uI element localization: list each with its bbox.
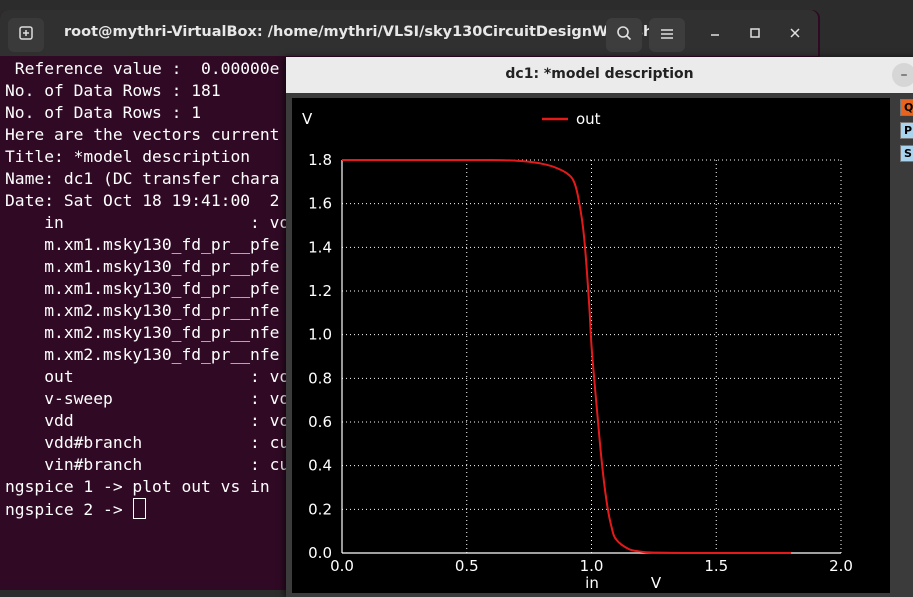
y-tick-label: 0.2 [308,500,332,518]
minimize-icon [709,27,721,43]
new-tab-icon [18,25,34,45]
terminal-line: vdd : vo [5,411,290,430]
side-button-label: P [904,124,913,137]
hamburger-menu-icon [660,26,674,44]
x-tick-label: 0.0 [330,557,354,575]
terminal-line: m.xm1.msky130_fd_pr__pfe [5,257,280,276]
terminal-prompt: ngspice 2 -> [5,500,133,519]
terminal-line: in : vo [5,213,290,232]
plot-window: dc1: *model description – 0.0 0.2 0.4 0.6 0.… [286,57,913,597]
x-axis-label: in [585,574,599,592]
side-button-s[interactable]: S [900,145,913,162]
side-button-label: Q [904,101,913,114]
plot-minimize-button[interactable]: – [892,63,913,87]
y-tick-label: 0.0 [308,544,332,562]
terminal-line: m.xm2.msky130_fd_pr__nfe [5,345,280,364]
search-button[interactable] [606,18,642,52]
terminal-line: Reference value : 0.00000e [5,59,280,78]
x-tick-label: 1.0 [580,557,604,575]
terminal-line: m.xm1.msky130_fd_pr__pfe [5,235,280,254]
line-chart: 0.0 0.2 0.4 0.6 0.8 1.0 1.2 1.4 1.6 1.8 0.0 0.5 1.0 1… [302,110,853,592]
side-button-label: S [904,147,912,160]
terminal-titlebar: root@mythri-VirtualBox: /home/mythri/VLS… [0,10,818,56]
y-tick-label: 0.8 [308,369,332,387]
terminal-line: Name: dc1 (DC transfer chara [5,169,280,188]
plot-body: 0.0 0.2 0.4 0.6 0.8 1.0 1.2 1.4 1.6 1.8 0.0 0.5 1.0 1… [286,93,913,597]
x-tick-label: 2.0 [829,557,853,575]
y-tick-label: 0.6 [308,413,332,431]
y-tick-label: 1.8 [308,151,332,169]
terminal-title: root@mythri-VirtualBox: /home/mythri/VLS… [64,24,670,40]
minimize-button[interactable] [702,22,728,48]
terminal-output[interactable]: Reference value : 0.00000e No. of Data Ro… [5,58,289,521]
series-line-out [342,158,792,554]
y-axis-unit: V [302,110,313,128]
plot-titlebar: dc1: *model description – [286,57,913,93]
terminal-line: ngspice 1 -> plot out vs in [5,477,270,496]
x-tick-label: 1.5 [704,557,728,575]
maximize-icon [749,27,761,43]
side-button-q[interactable]: Q [900,99,913,116]
terminal-line: out : vo [5,367,290,386]
terminal-prompt-line[interactable]: ngspice 2 -> [5,498,289,521]
terminal-line: v-sweep : vo [5,389,290,408]
menu-button[interactable] [649,18,685,52]
side-button-p[interactable]: P [900,122,913,139]
plot-window-title: dc1: *model description [505,66,694,82]
terminal-line: vin#branch : cu [5,455,290,474]
y-tick-label: 1.0 [308,326,332,344]
y-tick-label: 0.4 [308,457,332,475]
y-tick-label: 1.2 [308,282,332,300]
y-tick-label: 1.6 [308,195,332,213]
y-tick-label: 1.4 [308,238,332,256]
terminal-line: vdd#branch : cu [5,433,290,452]
close-button[interactable] [782,22,808,48]
terminal-line: m.xm2.msky130_fd_pr__nfe [5,323,280,342]
terminal-line: Date: Sat Oct 18 19:41:00 2 [5,191,280,210]
text-cursor [133,498,147,519]
plot-canvas[interactable]: 0.0 0.2 0.4 0.6 0.8 1.0 1.2 1.4 1.6 1.8 0.0 0.5 1.0 1… [292,98,890,593]
legend-label: out [576,110,601,128]
maximize-button[interactable] [742,22,768,48]
terminal-line: Title: *model description [5,147,251,166]
terminal-line: Here are the vectors current [5,125,280,144]
terminal-line: m.xm2.msky130_fd_pr__nfe [5,301,280,320]
terminal-line: m.xm1.msky130_fd_pr__pfe [5,279,280,298]
terminal-line: No. of Data Rows : 181 [5,81,221,100]
x-axis-unit: V [651,574,662,592]
x-tick-label: 0.5 [455,557,479,575]
new-tab-button[interactable] [8,18,44,52]
terminal-line: No. of Data Rows : 1 [5,103,202,122]
search-icon [616,25,632,45]
close-icon [789,27,801,43]
